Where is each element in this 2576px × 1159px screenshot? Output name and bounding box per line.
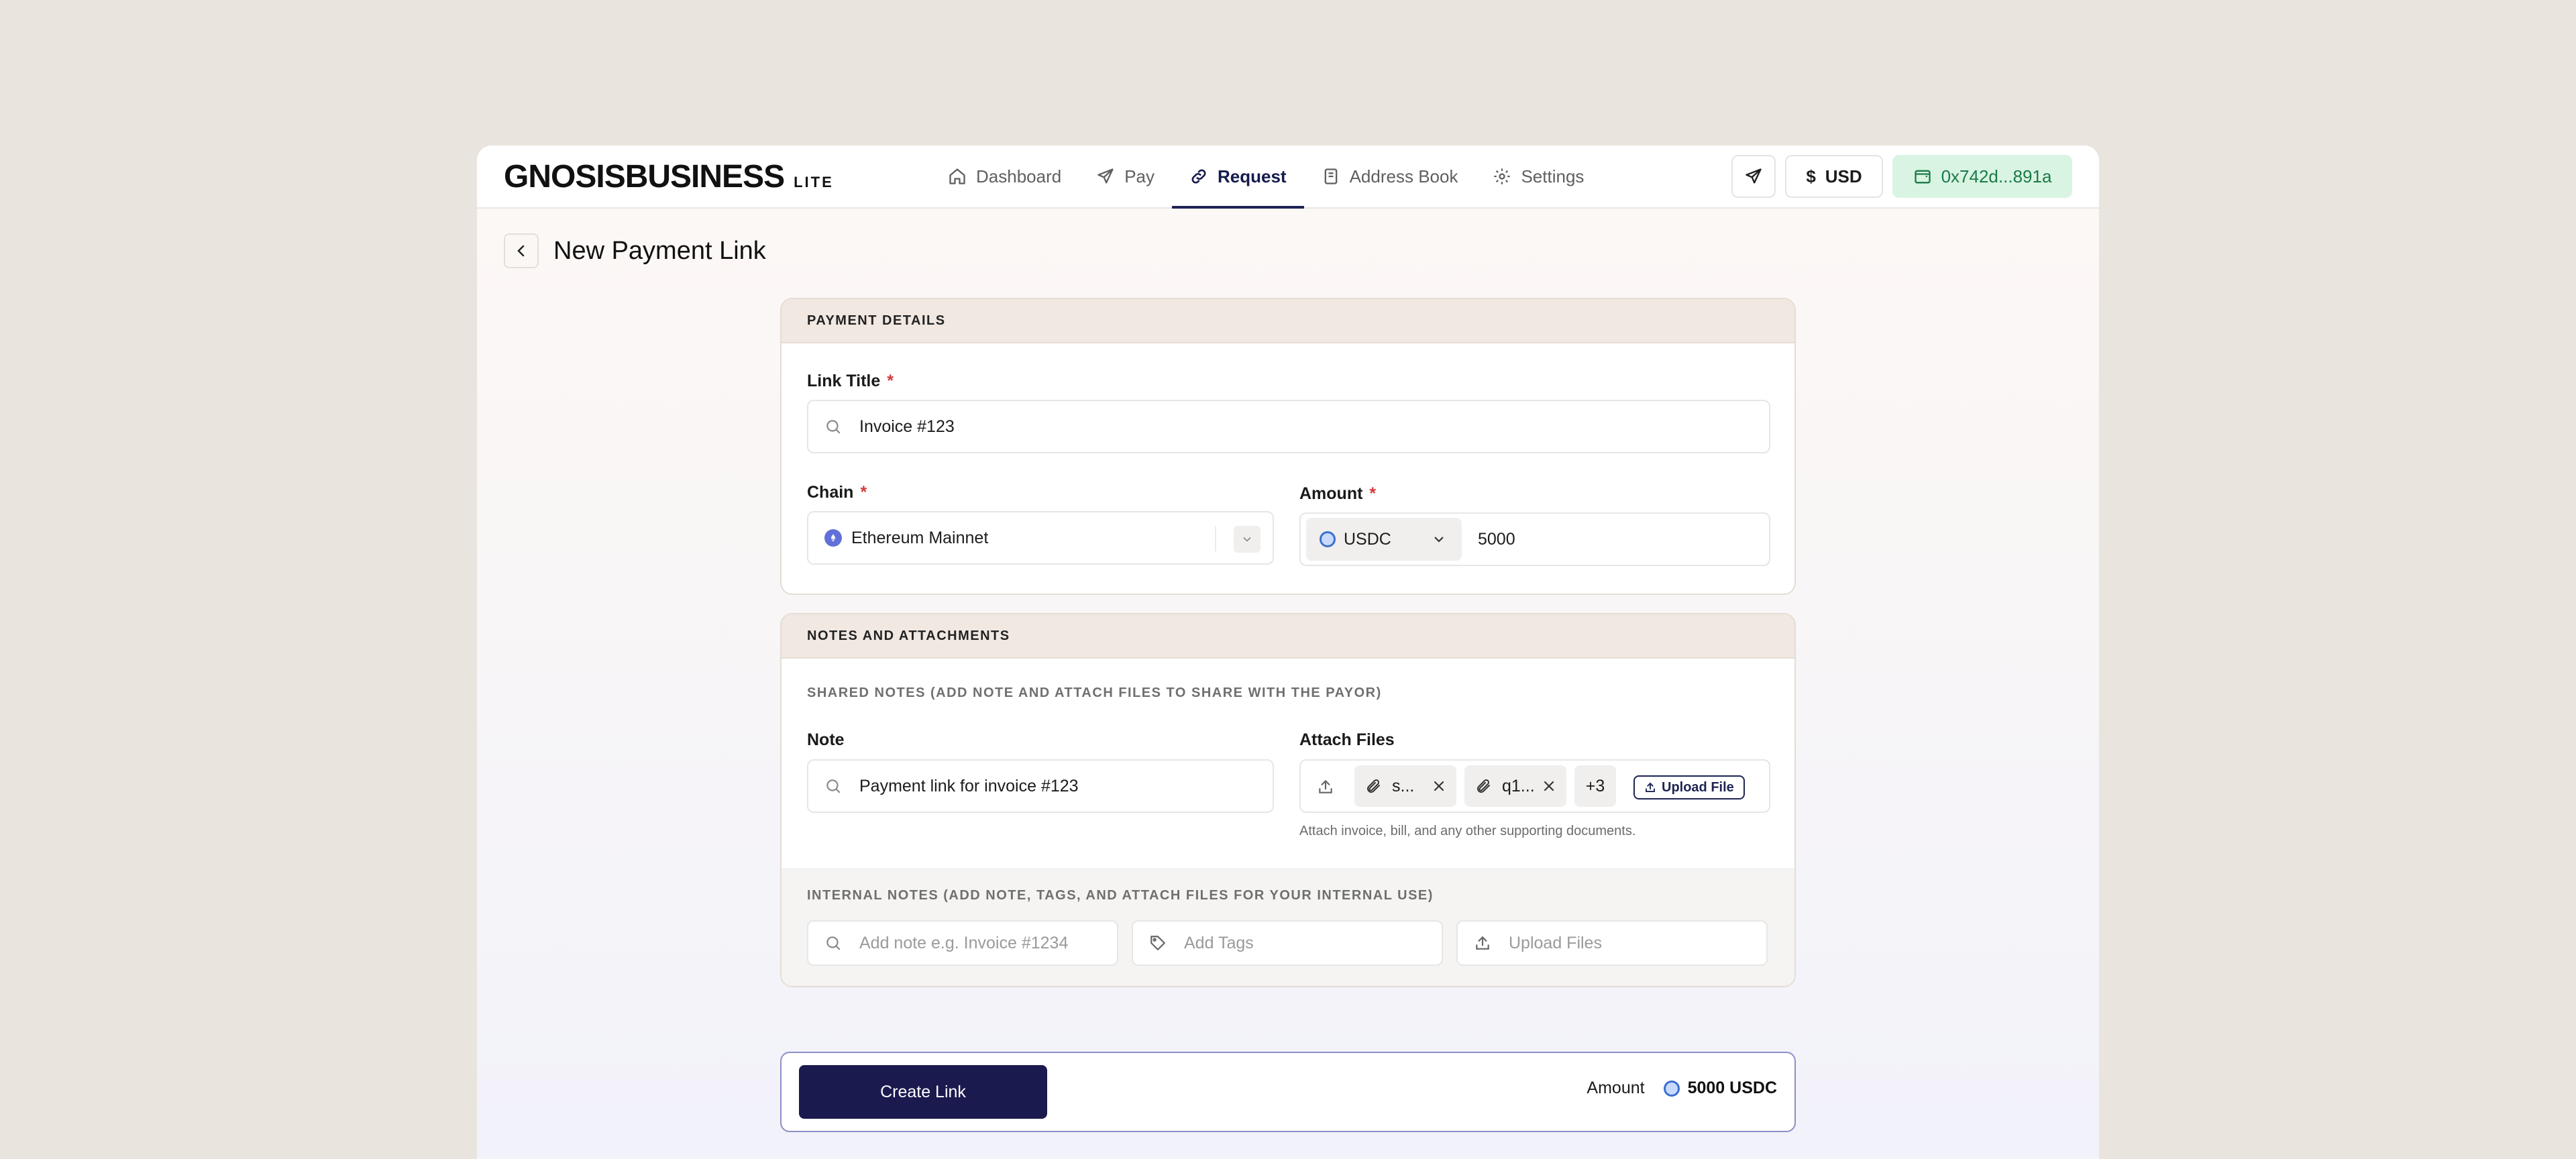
nav-item-settings[interactable]: Settings xyxy=(1475,146,1601,207)
file-chip[interactable]: q1... xyxy=(1464,765,1566,807)
chain-label-text: Chain xyxy=(807,483,854,502)
notes-heading: NOTES AND ATTACHMENTS xyxy=(782,614,1794,659)
nav-item-address-book[interactable]: Address Book xyxy=(1304,146,1476,207)
tag-icon xyxy=(1150,936,1165,950)
chain-value: Ethereum Mainnet xyxy=(851,528,989,547)
usdc-icon xyxy=(1320,531,1336,547)
wallet-icon xyxy=(1914,170,1931,184)
required-mark: * xyxy=(887,372,894,390)
file-name: q1... xyxy=(1502,776,1535,795)
internal-notes-heading: INTERNAL NOTES (ADD NOTE, TAGS, AND ATTA… xyxy=(807,888,1434,903)
token-value: USDC xyxy=(1344,529,1391,549)
chain-select[interactable]: Ethereum Mainnet xyxy=(807,511,1274,565)
nav-label: Dashboard xyxy=(976,166,1062,186)
top-bar: GNOSISBUSINESS LITE Dashboard Pay Reques… xyxy=(477,146,2099,209)
header-actions: $ USD 0x742d...891a xyxy=(1731,155,2072,198)
file-name: s... xyxy=(1392,776,1415,795)
footer-amount-value: 5000 USDC xyxy=(1687,1079,1777,1097)
amount-input[interactable]: USDC 5000 xyxy=(1299,512,1770,566)
search-icon xyxy=(826,779,841,793)
amount-label: Amount * xyxy=(1299,484,1376,504)
create-link-bar: Create Link Amount 5000 USDC xyxy=(780,1052,1796,1132)
logo-sub-text: LITE xyxy=(794,174,834,190)
nav-label: Settings xyxy=(1521,166,1585,186)
payment-details-heading: PAYMENT DETAILS xyxy=(782,299,1794,343)
search-icon xyxy=(826,936,841,950)
currency-button[interactable]: $ USD xyxy=(1785,155,1883,198)
currency-label: USD xyxy=(1825,166,1862,186)
nav-item-request[interactable]: Request xyxy=(1172,146,1304,209)
internal-note-input[interactable]: Add note e.g. Invoice #1234 xyxy=(807,920,1118,966)
required-mark: * xyxy=(1369,484,1377,503)
ethereum-icon xyxy=(824,529,842,547)
link-title-label-text: Link Title xyxy=(807,372,881,390)
footer-amount: Amount 5000 USDC xyxy=(1587,1079,1777,1098)
attach-files-label: Attach Files xyxy=(1299,730,1395,749)
note-value: Payment link for invoice #123 xyxy=(859,776,1079,795)
search-icon xyxy=(826,420,841,434)
chain-label: Chain * xyxy=(807,483,867,502)
link-title-value: Invoice #123 xyxy=(859,417,955,436)
chevron-down-icon[interactable] xyxy=(1234,526,1260,553)
shared-notes-heading: SHARED NOTES (ADD NOTE AND ATTACH FILES … xyxy=(807,685,1382,700)
upload-icon xyxy=(1646,782,1655,792)
upload-files-input[interactable]: Upload Files xyxy=(1456,920,1768,966)
nav-label: Pay xyxy=(1124,166,1155,186)
upload-icon[interactable] xyxy=(1317,778,1334,795)
home-icon xyxy=(949,168,965,184)
nav-label: Request xyxy=(1218,166,1287,186)
more-files-count: +3 xyxy=(1585,776,1605,795)
dollar-icon: $ xyxy=(1806,166,1816,186)
tags-input[interactable]: Add Tags xyxy=(1132,920,1443,966)
more-files-badge[interactable]: +3 xyxy=(1574,765,1616,807)
token-select[interactable]: USDC xyxy=(1306,518,1462,561)
upload-file-button[interactable]: Upload File xyxy=(1633,775,1745,799)
required-mark: * xyxy=(860,483,867,502)
paperclip-icon xyxy=(1367,779,1380,793)
upload-file-label: Upload File xyxy=(1662,779,1734,795)
chevron-left-icon xyxy=(517,245,525,257)
amount-label-text: Amount xyxy=(1299,484,1363,503)
note-label: Note xyxy=(807,730,845,749)
nav-item-pay[interactable]: Pay xyxy=(1079,146,1172,207)
link-icon xyxy=(1191,169,1206,184)
close-icon[interactable] xyxy=(1541,778,1557,794)
chevron-down-icon xyxy=(1434,537,1444,543)
send-icon xyxy=(1746,168,1762,184)
send-icon xyxy=(1097,168,1114,184)
page-title: New Payment Link xyxy=(553,237,766,265)
file-chip[interactable]: s... xyxy=(1354,765,1456,807)
wallet-button[interactable]: 0x742d...891a xyxy=(1892,155,2072,198)
gear-icon xyxy=(1494,168,1511,184)
upload-icon xyxy=(1476,936,1489,950)
logo[interactable]: GNOSISBUSINESS LITE xyxy=(504,160,834,194)
book-icon xyxy=(1324,168,1337,184)
payment-details-card: PAYMENT DETAILS Link Title * Invoice #123… xyxy=(780,298,1796,595)
internal-note-placeholder: Add note e.g. Invoice #1234 xyxy=(859,933,1069,952)
upload-files-placeholder: Upload Files xyxy=(1509,933,1602,952)
internal-notes-section: INTERNAL NOTES (ADD NOTE, TAGS, AND ATTA… xyxy=(782,868,1794,986)
back-button[interactable] xyxy=(504,233,539,268)
tags-placeholder: Add Tags xyxy=(1184,933,1254,952)
usdc-icon xyxy=(1663,1080,1680,1097)
wallet-address: 0x742d...891a xyxy=(1941,166,2052,186)
notes-attachments-card: NOTES AND ATTACHMENTS SHARED NOTES (ADD … xyxy=(780,613,1796,987)
send-button[interactable] xyxy=(1731,155,1776,198)
main-nav: Dashboard Pay Request Address Book Setti… xyxy=(930,146,1601,209)
divider xyxy=(1215,526,1216,551)
create-link-button[interactable]: Create Link xyxy=(799,1065,1047,1119)
logo-main-text: GNOSISBUSINESS xyxy=(504,159,785,195)
app-window: GNOSISBUSINESS LITE Dashboard Pay Reques… xyxy=(477,146,2099,1159)
link-title-input[interactable]: Invoice #123 xyxy=(807,400,1770,453)
footer-amount-label: Amount xyxy=(1587,1079,1645,1097)
close-icon[interactable] xyxy=(1431,778,1447,794)
amount-value: 5000 xyxy=(1478,529,1515,549)
nav-label: Address Book xyxy=(1349,166,1458,186)
nav-item-dashboard[interactable]: Dashboard xyxy=(930,146,1079,207)
note-input[interactable]: Payment link for invoice #123 xyxy=(807,759,1274,813)
attach-files-field[interactable]: s... q1... +3 Upload File xyxy=(1299,759,1770,813)
attach-hint: Attach invoice, bill, and any other supp… xyxy=(1299,824,1636,838)
link-title-label: Link Title * xyxy=(807,372,894,391)
paperclip-icon xyxy=(1477,779,1490,793)
